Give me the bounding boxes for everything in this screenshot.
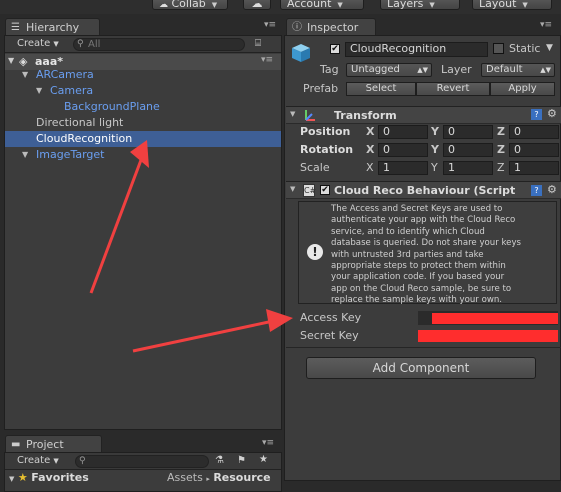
arrowhead-icon xyxy=(266,309,293,332)
arrow-to-access-key xyxy=(132,318,279,353)
arrow-to-cloudrecognition xyxy=(89,159,143,294)
annotation-arrows xyxy=(89,140,293,353)
